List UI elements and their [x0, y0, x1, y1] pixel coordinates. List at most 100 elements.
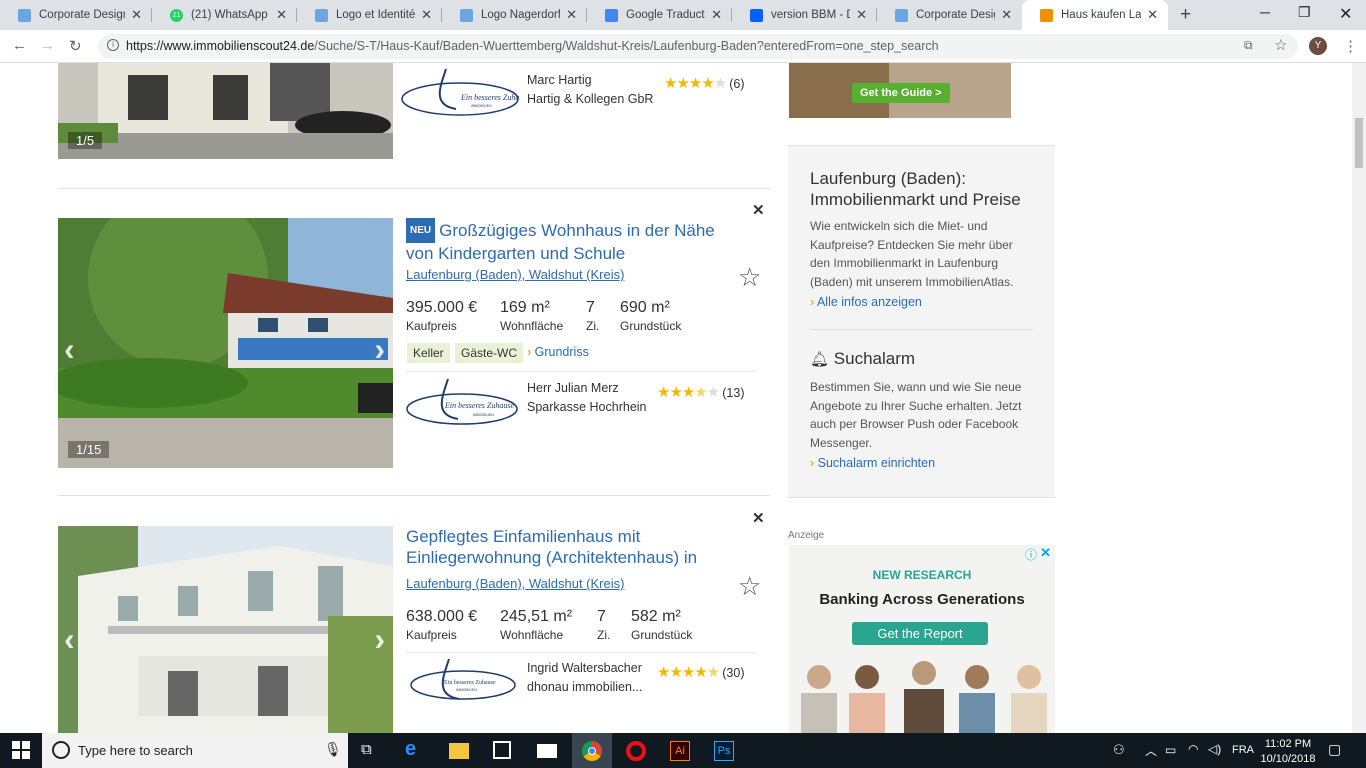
mail-icon[interactable] [537, 744, 557, 758]
divider [58, 188, 770, 189]
menu-kebab-icon[interactable]: ⋮ [1343, 37, 1358, 55]
translate-icon[interactable]: ⧉ [1244, 38, 1253, 53]
chrome-taskbar-button[interactable] [572, 733, 612, 768]
tab-logo-identite[interactable]: Logo et Identité de ✕ [297, 0, 442, 30]
advertisement[interactable]: ⓘ ✕ NEW RESEARCH Banking Across Generati… [789, 545, 1055, 735]
tab-dropbox[interactable]: version BBM - Dro ✕ [732, 0, 877, 30]
forward-arrow-icon[interactable]: → [40, 37, 55, 54]
close-tab-icon[interactable]: ✕ [1147, 7, 1158, 23]
profile-avatar[interactable]: Y [1309, 37, 1327, 55]
volume-icon[interactable]: ◁) [1208, 742, 1221, 756]
illustrator-icon[interactable]: Ai [670, 741, 690, 761]
hide-listing-close-icon[interactable]: ✕ [752, 509, 765, 527]
favorite-star-icon[interactable]: ☆ [738, 571, 761, 602]
ad-label: Anzeige [788, 530, 825, 541]
info-icon[interactable]: i [107, 39, 119, 51]
close-tab-icon[interactable]: ✕ [711, 7, 722, 23]
tab-corporate-design-2[interactable]: Corporate Design ✕ [877, 0, 1022, 30]
tab-haus-kaufen[interactable]: Haus kaufen Laufe ✕ [1022, 0, 1168, 30]
listing-photo[interactable]: ‹ › [58, 526, 393, 733]
whatsapp-icon: 21 [170, 8, 183, 22]
immoscout-icon [1040, 8, 1053, 22]
agent-logo: Ein besseres Zuhause IMMOBILIEN [410, 658, 516, 700]
clock[interactable]: 11:02 PM 10/10/2018 [1258, 738, 1318, 765]
store-icon[interactable] [493, 741, 511, 759]
alarm-link[interactable]: Suchalarm einrichten [810, 456, 1033, 470]
svg-text:Ein besseres Zuhause: Ein besseres Zuhause [444, 401, 514, 410]
tab-whatsapp[interactable]: 21 (21) WhatsApp ✕ [152, 0, 297, 30]
prev-photo-chevron-icon[interactable]: ‹ [64, 331, 75, 368]
url-bar[interactable]: i https://www.immobilienscout24.de/Suche… [98, 34, 1298, 59]
close-window-icon[interactable]: ✕ [1339, 4, 1352, 24]
market-link[interactable]: Alle infos anzeigen [810, 295, 1033, 309]
clock-date: 10/10/2018 [1260, 753, 1316, 765]
favorite-star-icon[interactable]: ☆ [738, 262, 761, 293]
back-arrow-icon[interactable]: ← [12, 37, 27, 54]
scrollbar-thumb[interactable] [1355, 118, 1363, 168]
wifi-icon[interactable]: ◠ [1188, 742, 1198, 756]
tab-title: Corporate Design [39, 9, 126, 21]
task-view-icon[interactable]: ⧉ [361, 741, 381, 761]
file-explorer-icon[interactable] [449, 743, 469, 759]
svg-text:Ein besseres Zuhause: Ein besseres Zuhause [444, 680, 496, 686]
edge-icon[interactable]: e [405, 738, 425, 760]
tray-chevron-icon[interactable]: ︿ [1145, 742, 1157, 759]
microphone-icon[interactable]: 🎙︎ [324, 741, 342, 758]
agent-logo: Ein besseres Zuhause IMMOBILIEN [401, 68, 519, 116]
bookmark-star-icon[interactable]: ☆ [1274, 36, 1287, 54]
listing-location-link[interactable]: Laufenburg (Baden), Waldshut (Kreis) [406, 576, 624, 591]
living-area-field: 169 m² Wohnfläche [500, 299, 564, 333]
restore-icon[interactable]: ❐ [1298, 4, 1311, 21]
listing-title[interactable]: Gepflegtes Einfamilienhaus mit Einlieger… [406, 526, 736, 568]
house-photo-1 [58, 63, 393, 159]
house-photo-2 [58, 218, 393, 468]
floorplan-link[interactable]: Grundriss [527, 345, 589, 359]
next-photo-chevron-icon[interactable]: › [374, 621, 385, 658]
tab-title: Haus kaufen Laufe [1061, 9, 1142, 21]
language-indicator[interactable]: FRA [1232, 744, 1254, 756]
ad-info-icon[interactable]: ⓘ [1025, 546, 1037, 563]
close-tab-icon[interactable]: ✕ [276, 7, 287, 23]
cortana-icon [52, 741, 70, 759]
photoshop-icon[interactable]: Ps [714, 741, 734, 761]
taskbar-search-box[interactable]: Type here to search 🎙︎ [42, 733, 348, 768]
listing-location-link[interactable]: Laufenburg (Baden), Waldshut (Kreis) [406, 267, 624, 282]
ad-headline: Banking Across Generations [819, 591, 1025, 608]
listing-photo[interactable]: ‹ › 1/15 [58, 218, 393, 468]
search-placeholder: Type here to search [78, 743, 193, 758]
new-badge: NEU [406, 218, 436, 243]
svg-text:Ein besseres Zuhause: Ein besseres Zuhause [460, 93, 519, 102]
listing-title[interactable]: NEU Großzügiges Wohnhaus in der Nähe von … [406, 218, 736, 264]
close-tab-icon[interactable]: ✕ [131, 7, 142, 23]
tab-corporate-design-1[interactable]: Corporate Design ✕ [0, 0, 152, 30]
close-tab-icon[interactable]: ✕ [421, 7, 432, 23]
url-text[interactable]: https://www.immobilienscout24.de/Suche/S… [126, 39, 939, 53]
minimize-icon[interactable]: ─ [1260, 4, 1270, 20]
agent-company: dhonau immobilien... [527, 680, 643, 694]
close-tab-icon[interactable]: ✕ [1001, 7, 1012, 23]
battery-icon[interactable]: ▭ [1165, 743, 1176, 757]
close-tab-icon[interactable]: ✕ [566, 7, 577, 23]
next-photo-chevron-icon[interactable]: › [374, 331, 385, 368]
tab-google-traduction[interactable]: Google Traduction ✕ [587, 0, 732, 30]
windows-start-icon[interactable] [12, 741, 30, 759]
close-tab-icon[interactable]: ✕ [856, 7, 867, 23]
get-report-button[interactable]: Get the Report [852, 622, 988, 645]
chrome-center [588, 747, 596, 755]
guide-banner[interactable]: Get the Guide > [789, 63, 1011, 118]
listing-photo[interactable]: 1/5 [58, 63, 393, 159]
tab-title: Corporate Design [916, 9, 995, 21]
people-icon[interactable]: ⚇ [1113, 742, 1125, 758]
opera-icon[interactable] [626, 741, 646, 761]
ad-close-icon[interactable]: ✕ [1040, 545, 1051, 561]
prev-photo-chevron-icon[interactable]: ‹ [64, 621, 75, 658]
page-scrollbar[interactable] [1352, 63, 1366, 733]
tab-logo-nagerdorf[interactable]: Logo Nagerdorf fü ✕ [442, 0, 587, 30]
reload-icon[interactable]: ↻ [69, 37, 82, 55]
hide-listing-close-icon[interactable]: ✕ [752, 201, 765, 219]
new-tab-plus-icon[interactable]: + [1180, 4, 1191, 26]
price-field: 638.000 € Kaufpreis [406, 608, 478, 642]
alarm-title: 🔔︎ Suchalarm [810, 349, 916, 368]
get-the-guide-button[interactable]: Get the Guide > [852, 83, 950, 103]
notification-icon[interactable]: ▢ [1328, 741, 1341, 758]
